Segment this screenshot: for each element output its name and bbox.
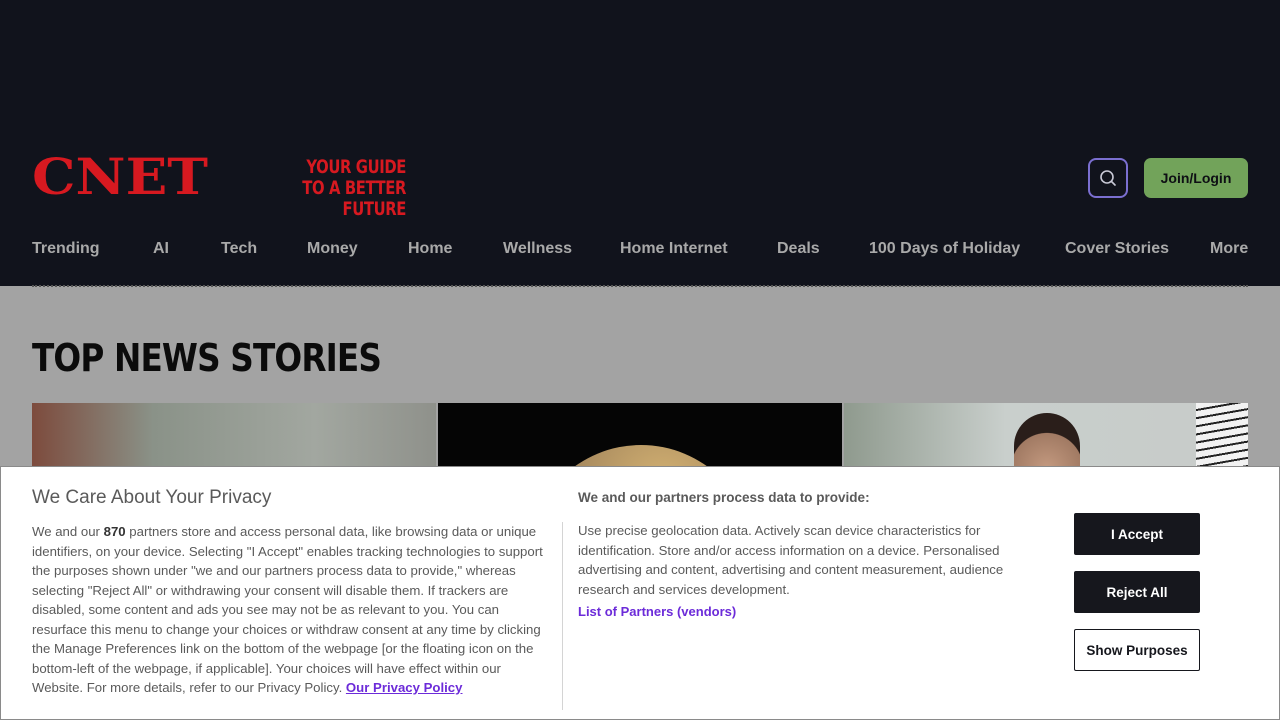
nav-item-wellness[interactable]: Wellness [503, 240, 572, 258]
logo-text: CNET [32, 156, 208, 198]
nav-item-100-days-of-holiday[interactable]: 100 Days of Holiday [869, 240, 1020, 258]
nav-item-more[interactable]: More [1210, 240, 1248, 258]
nav-item-money[interactable]: Money [307, 240, 358, 258]
partners-list-link[interactable]: List of Partners (vendors) [578, 604, 736, 619]
nav-divider [32, 285, 1248, 287]
cnet-logo[interactable]: CNET [32, 156, 208, 198]
privacy-policy-link[interactable]: Our Privacy Policy [346, 680, 463, 695]
privacy-body: We and our 870 partners store and access… [32, 522, 548, 698]
story-card-image[interactable] [844, 403, 1248, 467]
nav-item-cover-stories[interactable]: Cover Stories [1065, 240, 1169, 258]
nav-item-tech[interactable]: Tech [221, 240, 257, 258]
story-card-image[interactable] [32, 403, 436, 467]
privacy-divider [562, 522, 563, 710]
site-tagline: YOUR GUIDE TO A BETTER FUTURE [266, 157, 406, 220]
planet-image [528, 445, 754, 467]
main-nav: Trending AI Tech Money Home Wellness Hom… [0, 240, 1280, 262]
privacy-body-intro: We and our [32, 524, 104, 539]
nav-item-home-internet[interactable]: Home Internet [620, 240, 728, 258]
privacy-title: We Care About Your Privacy [32, 487, 272, 508]
tagline-line-2: TO A BETTER FUTURE [302, 177, 406, 220]
reject-all-button[interactable]: Reject All [1074, 571, 1200, 613]
nav-item-trending[interactable]: Trending [32, 240, 100, 258]
privacy-body-text: partners store and access personal data,… [32, 524, 543, 695]
section-title: TOP NEWS STORIES [32, 336, 382, 380]
process-heading: We and our partners process data to prov… [578, 490, 870, 505]
nav-item-home[interactable]: Home [408, 240, 452, 258]
nav-item-deals[interactable]: Deals [777, 240, 820, 258]
accept-button[interactable]: I Accept [1074, 513, 1200, 555]
story-card-image[interactable] [438, 403, 842, 467]
nav-item-ai[interactable]: AI [153, 240, 169, 258]
search-icon [1100, 170, 1116, 186]
partner-count: 870 [103, 524, 126, 539]
person-image [1014, 413, 1080, 467]
window-blind-image [1196, 403, 1248, 467]
tagline-line-1: YOUR GUIDE [306, 156, 406, 178]
join-login-button[interactable]: Join/Login [1144, 158, 1248, 198]
privacy-consent-dialog: We Care About Your Privacy We and our 87… [0, 466, 1280, 720]
purposes-text: Use precise geolocation data. Actively s… [578, 523, 1004, 597]
show-purposes-button[interactable]: Show Purposes [1074, 629, 1200, 671]
search-button[interactable] [1088, 158, 1128, 198]
